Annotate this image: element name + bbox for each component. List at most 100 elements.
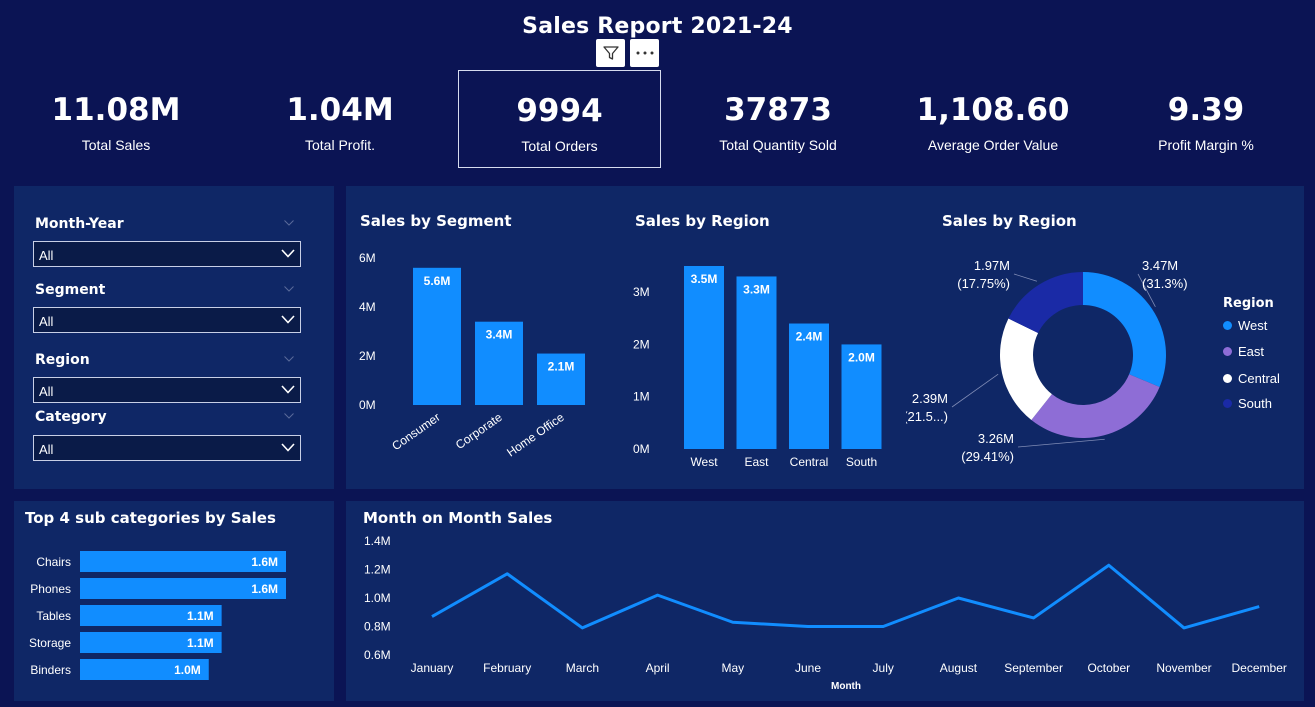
- kpi-label: Total Quantity Sold: [719, 137, 837, 153]
- kpi-total-sales[interactable]: 11.08M Total Sales: [16, 70, 216, 168]
- kpi-average-order-value[interactable]: 1,108.60 Average Order Value: [893, 70, 1093, 168]
- legend-label: East: [1238, 344, 1265, 359]
- data-label: 2.0M: [848, 350, 875, 364]
- region-dropdown[interactable]: All: [33, 377, 301, 403]
- kpi-total-orders[interactable]: 9994 Total Orders: [458, 70, 661, 168]
- donut-value-label: 3.26M: [978, 431, 1014, 446]
- donut-percent-label: (17.75%): [957, 276, 1010, 291]
- legend-label: Central: [1238, 371, 1280, 386]
- x-tick-label: June: [795, 661, 821, 675]
- chevron-down-icon[interactable]: [284, 356, 294, 362]
- x-tick-label: September: [1004, 661, 1063, 675]
- kpi-value: 1.04M: [286, 92, 394, 128]
- x-tick-label: Home Office: [504, 410, 567, 460]
- sales-by-region-donut-chart: 3.47M (31.3%) 3.26M (29.41%) 2.39M (21.5...) 1…: [906, 258, 1188, 464]
- kpi-total-quantity[interactable]: 37873 Total Quantity Sold: [668, 70, 888, 168]
- donut-value-label: 2.39M: [912, 391, 948, 406]
- donut-percent-label: (31.3%): [1142, 276, 1188, 291]
- donut-value-label: 3.47M: [1142, 258, 1178, 273]
- data-label: 2.1M: [548, 360, 575, 374]
- y-tick-label: 2M: [633, 337, 650, 351]
- data-label: 1.6M: [251, 582, 278, 596]
- x-tick-label: March: [566, 661, 599, 675]
- chevron-down-icon[interactable]: [284, 413, 294, 419]
- slicer-panel: Month-Year All Segment All Region All Ca…: [14, 186, 334, 489]
- data-label: 3.3M: [743, 282, 770, 296]
- legend-item-south[interactable]: South: [1223, 396, 1272, 411]
- sales-by-segment-chart: 0M 2M 4M 6M 5.6M Consumer 3.4M Corporate 2.1M Hom…: [359, 251, 585, 460]
- more-options-button[interactable]: [630, 39, 659, 67]
- kpi-value: 9.39: [1167, 92, 1245, 128]
- kpi-value: 1,108.60: [916, 92, 1070, 128]
- x-tick-label: May: [721, 661, 744, 675]
- chevron-down-icon[interactable]: [284, 220, 294, 226]
- filter-button[interactable]: [596, 39, 625, 67]
- legend-title: Region: [1223, 296, 1274, 311]
- data-label: 1.1M: [187, 636, 214, 650]
- y-tick-label: 1.2M: [364, 563, 391, 577]
- kpi-label: Total Profit.: [304, 137, 376, 153]
- y-tick-label: 0M: [359, 398, 376, 412]
- chevron-down-icon[interactable]: [284, 286, 294, 292]
- data-label: 2.4M: [796, 330, 823, 344]
- x-tick-label: South: [846, 455, 877, 469]
- y-tick-label: 1M: [633, 390, 650, 404]
- y-tick-label: 4M: [359, 300, 376, 314]
- legend-item-east[interactable]: East: [1223, 344, 1264, 359]
- donut-leader-line: [1013, 273, 1038, 282]
- dropdown-value: All: [39, 314, 54, 329]
- segment-dropdown[interactable]: All: [33, 307, 301, 333]
- legend-item-west[interactable]: West: [1223, 318, 1267, 333]
- y-tick-label: 0M: [633, 442, 650, 456]
- donut-slice-east: [1031, 374, 1160, 438]
- y-tick-label: 1.4M: [364, 534, 391, 548]
- y-tick-label: 6M: [359, 251, 376, 265]
- x-tick-label: November: [1156, 661, 1211, 675]
- x-tick-label: West: [690, 455, 718, 469]
- kpi-value: 11.08M: [51, 92, 181, 128]
- subcategories-panel: Top 4 sub categories by Sales Chairs 1.6M…: [14, 501, 334, 701]
- region-bar-chart-title: Sales by Region: [635, 212, 770, 230]
- legend-label: West: [1238, 318, 1268, 333]
- month-year-dropdown[interactable]: All: [33, 241, 301, 267]
- page-title: Sales Report 2021-24: [522, 14, 793, 39]
- donut-leader-line: [1017, 438, 1105, 448]
- subcategories-chart-title: Top 4 sub categories by Sales: [25, 509, 276, 527]
- y-tick-label: 0.8M: [364, 620, 391, 634]
- region-donut-chart-title: Sales by Region: [942, 212, 1077, 230]
- donut-slice-south: [1008, 272, 1083, 334]
- bar-consumer: [413, 267, 461, 405]
- dropdown-value: All: [39, 442, 54, 457]
- kpi-profit-margin[interactable]: 9.39 Profit Margin %: [1106, 70, 1306, 168]
- x-tick-label: October: [1087, 661, 1130, 675]
- sales-line: [431, 563, 1260, 630]
- kpi-label: Total Sales: [81, 137, 151, 153]
- slicer-label-segment: Segment: [35, 282, 106, 298]
- sales-by-region-bar-chart: 0M 1M 2M 3M 3.5M West 3.3M East 2.4M Central 2.0M S…: [633, 266, 882, 469]
- x-tick-label: Consumer: [389, 410, 442, 453]
- x-tick-label: January: [411, 661, 454, 675]
- legend-swatch: [1223, 347, 1232, 356]
- legend-label: South: [1238, 396, 1272, 411]
- slicer-label-region: Region: [35, 352, 90, 368]
- y-tick-label: Chairs: [36, 555, 71, 569]
- dropdown-value: All: [39, 384, 54, 399]
- kpi-total-profit[interactable]: 1.04M Total Profit.: [240, 70, 440, 168]
- donut-percent-label: (21.5...): [906, 409, 948, 424]
- chevron-down-icon: [281, 443, 295, 452]
- slicer-label-category: Category: [35, 409, 107, 425]
- legend-swatch: [1223, 399, 1232, 408]
- legend-swatch: [1223, 374, 1232, 383]
- donut-value-label: 1.97M: [974, 258, 1010, 273]
- legend-swatch: [1223, 321, 1232, 330]
- dropdown-value: All: [39, 248, 54, 263]
- y-tick-label: 3M: [633, 285, 650, 299]
- category-dropdown[interactable]: All: [33, 435, 301, 461]
- data-label: 1.6M: [251, 555, 278, 569]
- legend-item-central[interactable]: Central: [1223, 371, 1280, 386]
- data-label: 3.5M: [691, 272, 718, 286]
- segment-chart-title: Sales by Segment: [360, 212, 512, 230]
- x-axis-label: Month: [831, 681, 861, 692]
- bar-east: [736, 276, 777, 449]
- donut-percent-label: (29.41%): [961, 449, 1014, 464]
